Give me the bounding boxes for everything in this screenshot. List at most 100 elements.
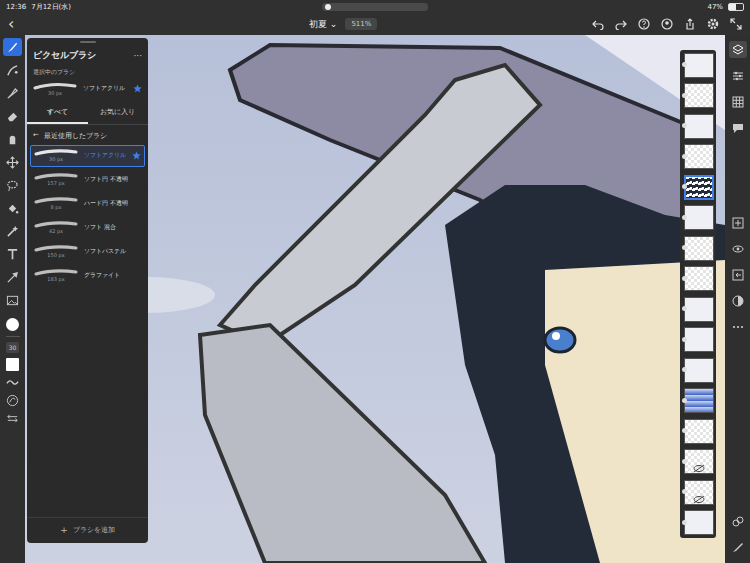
layer-toggle[interactable] xyxy=(682,428,687,433)
document-title[interactable]: 初夏 ⌄ xyxy=(309,18,337,31)
layer-thumbnail[interactable] xyxy=(684,53,714,78)
layer-item[interactable] xyxy=(680,266,716,293)
layer-item[interactable] xyxy=(680,113,716,140)
layer-item[interactable] xyxy=(680,510,716,537)
tool-button[interactable] xyxy=(3,222,22,240)
star-icon[interactable] xyxy=(133,84,142,93)
color-swatch[interactable] xyxy=(6,318,19,331)
visibility-button[interactable] xyxy=(729,240,747,257)
fullscreen-icon[interactable] xyxy=(730,18,742,30)
brush-item[interactable]: 8 px ハード円 不透明 xyxy=(30,193,145,215)
smoothing-icon[interactable] xyxy=(6,376,19,389)
layer-item[interactable] xyxy=(680,83,716,110)
layer-item[interactable] xyxy=(680,144,716,171)
effects-button[interactable] xyxy=(729,512,747,529)
opacity-square[interactable] xyxy=(6,358,19,371)
panel-handle[interactable] xyxy=(80,41,96,43)
layer-toggle[interactable] xyxy=(682,520,687,525)
layer-item[interactable] xyxy=(680,174,716,201)
layer-toggle[interactable] xyxy=(682,245,687,250)
brush-item[interactable]: 150 px ソフトパステル xyxy=(30,241,145,263)
modifier-icon[interactable] xyxy=(6,412,19,425)
layer-thumbnail[interactable] xyxy=(684,419,714,444)
brush-size[interactable]: 30 xyxy=(6,342,20,353)
layer-toggle[interactable] xyxy=(682,276,687,281)
layer-toggle[interactable] xyxy=(682,489,687,494)
layer-item[interactable] xyxy=(680,388,716,415)
layer-toggle[interactable] xyxy=(682,459,687,464)
tool-button[interactable] xyxy=(3,176,22,194)
add-layer-button[interactable] xyxy=(729,214,747,231)
back-arrow[interactable]: ← xyxy=(33,131,39,141)
layer-item[interactable] xyxy=(680,479,716,506)
brush-item[interactable]: 30 px ソフトアクリル xyxy=(30,145,145,167)
layer-toggle[interactable] xyxy=(682,337,687,342)
section-header[interactable]: ← 最近使用したブラシ xyxy=(27,125,148,145)
add-brush-button[interactable]: +ブラシを追加 xyxy=(27,517,148,543)
tool-button[interactable] xyxy=(3,38,22,56)
layer-thumbnail[interactable] xyxy=(684,358,714,383)
layer-item[interactable] xyxy=(680,205,716,232)
more-button[interactable]: ··· xyxy=(133,51,142,61)
layer-thumbnail[interactable] xyxy=(684,236,714,261)
tool-button[interactable] xyxy=(3,107,22,125)
history-scrubber[interactable] xyxy=(322,3,428,11)
layers-button[interactable] xyxy=(729,41,747,58)
undo-icon[interactable] xyxy=(592,18,604,30)
layer-thumbnail[interactable] xyxy=(684,83,714,108)
layer-item[interactable] xyxy=(680,357,716,384)
layer-thumbnail[interactable] xyxy=(684,510,714,535)
tool-button[interactable] xyxy=(3,199,22,217)
brush-item[interactable]: 157 px ソフト円 不透明 xyxy=(30,169,145,191)
import-button[interactable] xyxy=(729,266,747,283)
tool-button[interactable] xyxy=(3,291,22,309)
tool-button[interactable] xyxy=(3,61,22,79)
comment-button[interactable] xyxy=(729,119,747,136)
tool-button[interactable] xyxy=(3,268,22,286)
layer-item[interactable] xyxy=(680,235,716,262)
help-icon[interactable] xyxy=(638,18,650,30)
share-icon[interactable] xyxy=(684,18,696,30)
canvas[interactable]: ピクセルブラシ ··· 選択中のブラシ 30 px ソフトアクリル すべてお気に… xyxy=(25,35,725,563)
layer-toggle[interactable] xyxy=(682,154,687,159)
tool-button[interactable] xyxy=(3,153,22,171)
tab[interactable]: お気に入り xyxy=(88,102,149,124)
hidden-eye-icon[interactable] xyxy=(693,464,705,473)
layer-toggle[interactable] xyxy=(682,123,687,128)
layer-thumbnail[interactable] xyxy=(684,297,714,322)
layer-thumbnail[interactable] xyxy=(684,205,714,230)
layer-thumbnail[interactable] xyxy=(684,388,714,413)
back-button[interactable]: ‹ xyxy=(8,16,14,32)
layer-item[interactable] xyxy=(680,52,716,79)
hidden-eye-icon[interactable] xyxy=(693,495,705,504)
layer-toggle[interactable] xyxy=(682,62,687,67)
brush-item[interactable]: 183 px グラファイト xyxy=(30,265,145,287)
settings-icon[interactable] xyxy=(707,18,719,30)
more-layer-button[interactable] xyxy=(729,318,747,335)
tool-button[interactable] xyxy=(3,245,22,263)
brush-edit-button[interactable] xyxy=(729,538,747,555)
brush-settings-icon[interactable] xyxy=(6,394,19,407)
layer-toggle[interactable] xyxy=(682,367,687,372)
layer-item[interactable] xyxy=(680,449,716,476)
mask-button[interactable] xyxy=(729,292,747,309)
layer-thumbnail[interactable] xyxy=(684,114,714,139)
layer-item[interactable] xyxy=(680,296,716,323)
layer-toggle[interactable] xyxy=(682,398,687,403)
redo-icon[interactable] xyxy=(615,18,627,30)
layer-item[interactable] xyxy=(680,327,716,354)
tool-button[interactable] xyxy=(3,130,22,148)
layer-toggle[interactable] xyxy=(682,184,687,189)
layer-item[interactable] xyxy=(680,418,716,445)
star-icon[interactable] xyxy=(132,151,141,160)
layer-thumbnail[interactable] xyxy=(684,327,714,352)
layer-toggle[interactable] xyxy=(682,93,687,98)
account-icon[interactable] xyxy=(661,18,673,30)
layer-thumbnail[interactable] xyxy=(684,175,714,200)
adjust-button[interactable] xyxy=(729,67,747,84)
tab[interactable]: すべて xyxy=(27,102,88,124)
layer-thumbnail[interactable] xyxy=(684,480,714,505)
layer-thumbnail[interactable] xyxy=(684,144,714,169)
brush-item[interactable]: 42 px ソフト 混合 xyxy=(30,217,145,239)
grid-button[interactable] xyxy=(729,93,747,110)
